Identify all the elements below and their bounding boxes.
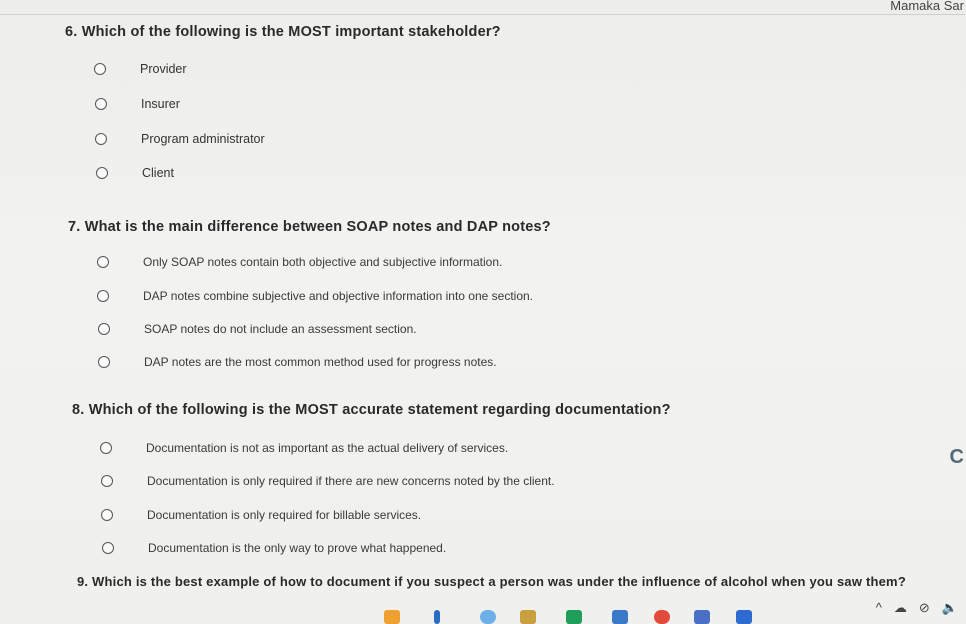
app-icon[interactable]: [566, 610, 582, 624]
question-8-option-1[interactable]: Documentation is not as important as the…: [100, 441, 508, 455]
question-7-option-3[interactable]: SOAP notes do not include an assessment …: [98, 322, 417, 336]
teams-icon[interactable]: [694, 610, 710, 624]
radio-button[interactable]: [98, 356, 110, 368]
option-label: Only SOAP notes contain both objective a…: [143, 255, 503, 269]
radio-button[interactable]: [101, 475, 113, 487]
question-7-option-1[interactable]: Only SOAP notes contain both objective a…: [97, 255, 502, 269]
radio-button[interactable]: [95, 133, 107, 145]
app-icon[interactable]: [384, 610, 400, 624]
word-icon[interactable]: [736, 610, 752, 624]
question-6-option-program-administrator[interactable]: Program administrator: [95, 132, 265, 146]
question-8-option-3[interactable]: Documentation is only required for billa…: [101, 508, 421, 522]
chevron-up-icon[interactable]: ^: [876, 600, 882, 616]
question-6-text: 6. Which of the following is the MOST im…: [65, 24, 501, 40]
taskbar: [0, 606, 966, 624]
option-label: Program administrator: [141, 132, 265, 146]
option-label: Documentation is the only way to prove w…: [148, 541, 447, 555]
option-label: Provider: [140, 62, 187, 76]
system-tray: ^ ☁ ⊘ 🔈: [876, 600, 958, 616]
radio-button[interactable]: [97, 256, 109, 268]
question-7-text: 7. What is the main difference between S…: [68, 219, 551, 235]
option-label: Documentation is only required if there …: [147, 474, 555, 488]
radio-button[interactable]: [95, 98, 107, 110]
radio-button[interactable]: [98, 323, 110, 335]
question-6-option-provider[interactable]: Provider: [94, 62, 187, 76]
app-icon[interactable]: [520, 610, 536, 624]
app-icon[interactable]: [612, 610, 628, 624]
question-9-text: 9. Which is the best example of how to d…: [77, 574, 906, 589]
quiz-page: Mamaka Sar 6. Which of the following is …: [0, 0, 966, 624]
radio-button[interactable]: [102, 542, 114, 554]
chrome-icon[interactable]: [654, 610, 670, 624]
question-7-option-2[interactable]: DAP notes combine subjective and objecti…: [97, 289, 533, 303]
header-divider: [0, 14, 966, 15]
option-label: Documentation is only required for billa…: [147, 508, 422, 522]
radio-button[interactable]: [97, 290, 109, 302]
option-label: DAP notes combine subjective and objecti…: [143, 289, 534, 303]
question-6-option-insurer[interactable]: Insurer: [95, 97, 180, 111]
question-8-text: 8. Which of the following is the MOST ac…: [72, 402, 671, 418]
question-8-option-4[interactable]: Documentation is the only way to prove w…: [102, 541, 446, 555]
option-label: DAP notes are the most common method use…: [144, 355, 497, 369]
option-label: SOAP notes do not include an assessment …: [144, 322, 417, 336]
question-7-option-4[interactable]: DAP notes are the most common method use…: [98, 355, 497, 369]
radio-button[interactable]: [101, 509, 113, 521]
option-label: Client: [142, 166, 174, 180]
radio-button[interactable]: [94, 63, 106, 75]
edge-icon[interactable]: C: [950, 446, 964, 469]
question-6-option-client[interactable]: Client: [96, 166, 174, 180]
volume-icon[interactable]: 🔈: [942, 600, 958, 616]
network-icon[interactable]: ⊘: [919, 600, 930, 616]
onedrive-icon[interactable]: ☁: [894, 600, 907, 616]
app-icon[interactable]: [480, 610, 496, 624]
radio-button[interactable]: [100, 442, 112, 454]
option-label: Insurer: [141, 97, 180, 111]
option-label: Documentation is not as important as the…: [146, 441, 509, 455]
question-8-option-2[interactable]: Documentation is only required if there …: [101, 474, 555, 488]
app-icon[interactable]: [434, 610, 440, 624]
radio-button[interactable]: [96, 167, 108, 179]
user-name[interactable]: Mamaka Sar: [890, 0, 964, 13]
